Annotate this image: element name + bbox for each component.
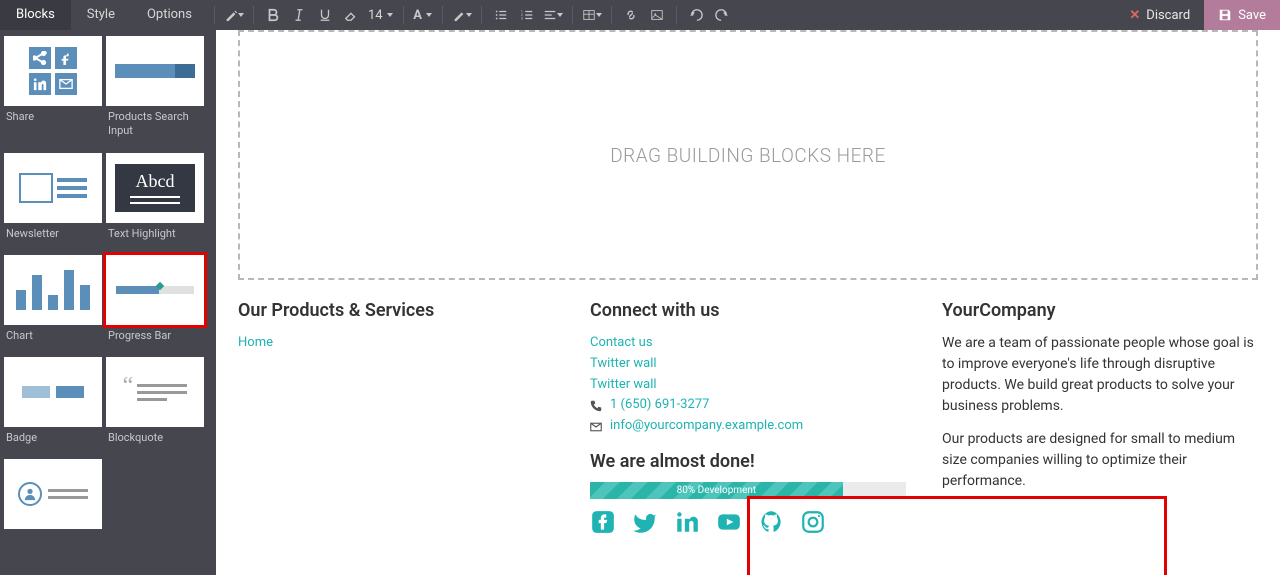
linkedin-icon[interactable] xyxy=(674,509,700,535)
github-icon[interactable] xyxy=(758,509,784,535)
instagram-icon[interactable] xyxy=(800,509,826,535)
block-text-highlight[interactable]: Abcd xyxy=(106,153,204,223)
image-icon[interactable] xyxy=(644,0,670,30)
email-icon xyxy=(590,421,602,433)
close-icon: ✕ xyxy=(1129,8,1140,23)
block-progress-bar[interactable] xyxy=(106,255,204,325)
tab-blocks[interactable]: Blocks xyxy=(0,0,71,30)
separator xyxy=(403,6,404,24)
phone-icon xyxy=(590,400,602,412)
footer-col-company: YourCompany We are a team of passionate … xyxy=(942,300,1258,535)
align-icon[interactable] xyxy=(540,0,566,30)
youtube-icon[interactable] xyxy=(716,509,742,535)
block-label: Badge xyxy=(4,427,102,455)
footer-col-products: Our Products & Services Home xyxy=(238,300,554,535)
separator xyxy=(611,6,612,24)
separator xyxy=(442,6,443,24)
footer-link-contact[interactable]: Contact us xyxy=(590,333,906,354)
footer-link-twitter-wall[interactable]: Twitter wall xyxy=(590,354,906,375)
contact-email-row: info@yourcompany.example.com xyxy=(590,416,906,437)
save-button[interactable]: Save xyxy=(1204,0,1280,30)
footer-link-twitter-wall[interactable]: Twitter wall xyxy=(590,375,906,396)
highlight-icon[interactable] xyxy=(449,0,475,30)
discard-button[interactable]: ✕Discard xyxy=(1115,0,1204,30)
block-user[interactable] xyxy=(4,459,102,529)
progress-bar: 80% Development xyxy=(590,482,906,499)
footer-col-connect: Connect with us Contact us Twitter wall … xyxy=(590,300,906,535)
eraser-icon[interactable] xyxy=(338,0,364,30)
svg-text:3: 3 xyxy=(520,16,522,20)
tab-style[interactable]: Style xyxy=(71,0,131,30)
block-label: Blockquote xyxy=(106,427,204,455)
editor-canvas: DRAG BUILDING BLOCKS HERE Our Products &… xyxy=(216,30,1280,575)
facebook-icon[interactable] xyxy=(590,509,616,535)
footer-heading: Our Products & Services xyxy=(238,300,554,321)
footer-phone[interactable]: 1 (650) 691-3277 xyxy=(610,395,709,416)
block-label: Products Search Input xyxy=(106,106,204,149)
ul-icon[interactable] xyxy=(488,0,514,30)
separator xyxy=(572,6,573,24)
block-blockquote[interactable]: “ xyxy=(106,357,204,427)
editor-toolbar: Blocks Style Options 14 A 123 ✕Discard S… xyxy=(0,0,1280,30)
footer-email[interactable]: info@yourcompany.example.com xyxy=(610,416,803,437)
tab-options[interactable]: Options xyxy=(131,0,208,30)
block-label: Progress Bar xyxy=(106,325,204,353)
footer-link-home[interactable]: Home xyxy=(238,333,554,354)
block-label: Share xyxy=(4,106,102,134)
table-icon[interactable] xyxy=(579,0,605,30)
block-newsletter[interactable] xyxy=(4,153,102,223)
progress-section: We are almost done! 80% Development xyxy=(590,451,906,535)
save-icon xyxy=(1218,8,1232,22)
block-label: Newsletter xyxy=(4,223,102,251)
footer-heading: Connect with us xyxy=(590,300,906,321)
italic-icon[interactable] xyxy=(286,0,312,30)
company-text: Our products are designed for small to m… xyxy=(942,429,1258,492)
block-badge[interactable] xyxy=(4,357,102,427)
footer-heading: YourCompany xyxy=(942,300,1258,321)
bold-icon[interactable] xyxy=(260,0,286,30)
blocks-sidebar: Share Products Search Input Newsletter A… xyxy=(0,30,216,575)
undo-icon[interactable] xyxy=(683,0,709,30)
progress-fill: 80% Development xyxy=(590,482,843,499)
font-color-icon[interactable]: A xyxy=(410,0,436,30)
progress-heading: We are almost done! xyxy=(590,451,906,472)
redo-icon[interactable] xyxy=(709,0,735,30)
social-icons xyxy=(590,509,906,535)
separator xyxy=(481,6,482,24)
magic-icon[interactable] xyxy=(221,0,247,30)
separator xyxy=(676,6,677,24)
twitter-icon[interactable] xyxy=(632,509,658,535)
separator xyxy=(253,6,254,24)
block-share[interactable] xyxy=(4,36,102,106)
dropzone[interactable]: DRAG BUILDING BLOCKS HERE xyxy=(238,30,1258,280)
link-icon[interactable] xyxy=(618,0,644,30)
block-chart[interactable] xyxy=(4,255,102,325)
font-size-select[interactable]: 14 xyxy=(364,8,397,23)
block-label: Chart xyxy=(4,325,102,353)
contact-phone-row: 1 (650) 691-3277 xyxy=(590,395,906,416)
page-footer: Our Products & Services Home Connect wit… xyxy=(216,300,1280,535)
block-label xyxy=(4,529,102,543)
company-text: We are a team of passionate people whose… xyxy=(942,333,1258,417)
block-products-search[interactable] xyxy=(106,36,204,106)
underline-icon[interactable] xyxy=(312,0,338,30)
block-label: Text Highlight xyxy=(106,223,204,251)
separator xyxy=(214,6,215,24)
ol-icon[interactable]: 123 xyxy=(514,0,540,30)
